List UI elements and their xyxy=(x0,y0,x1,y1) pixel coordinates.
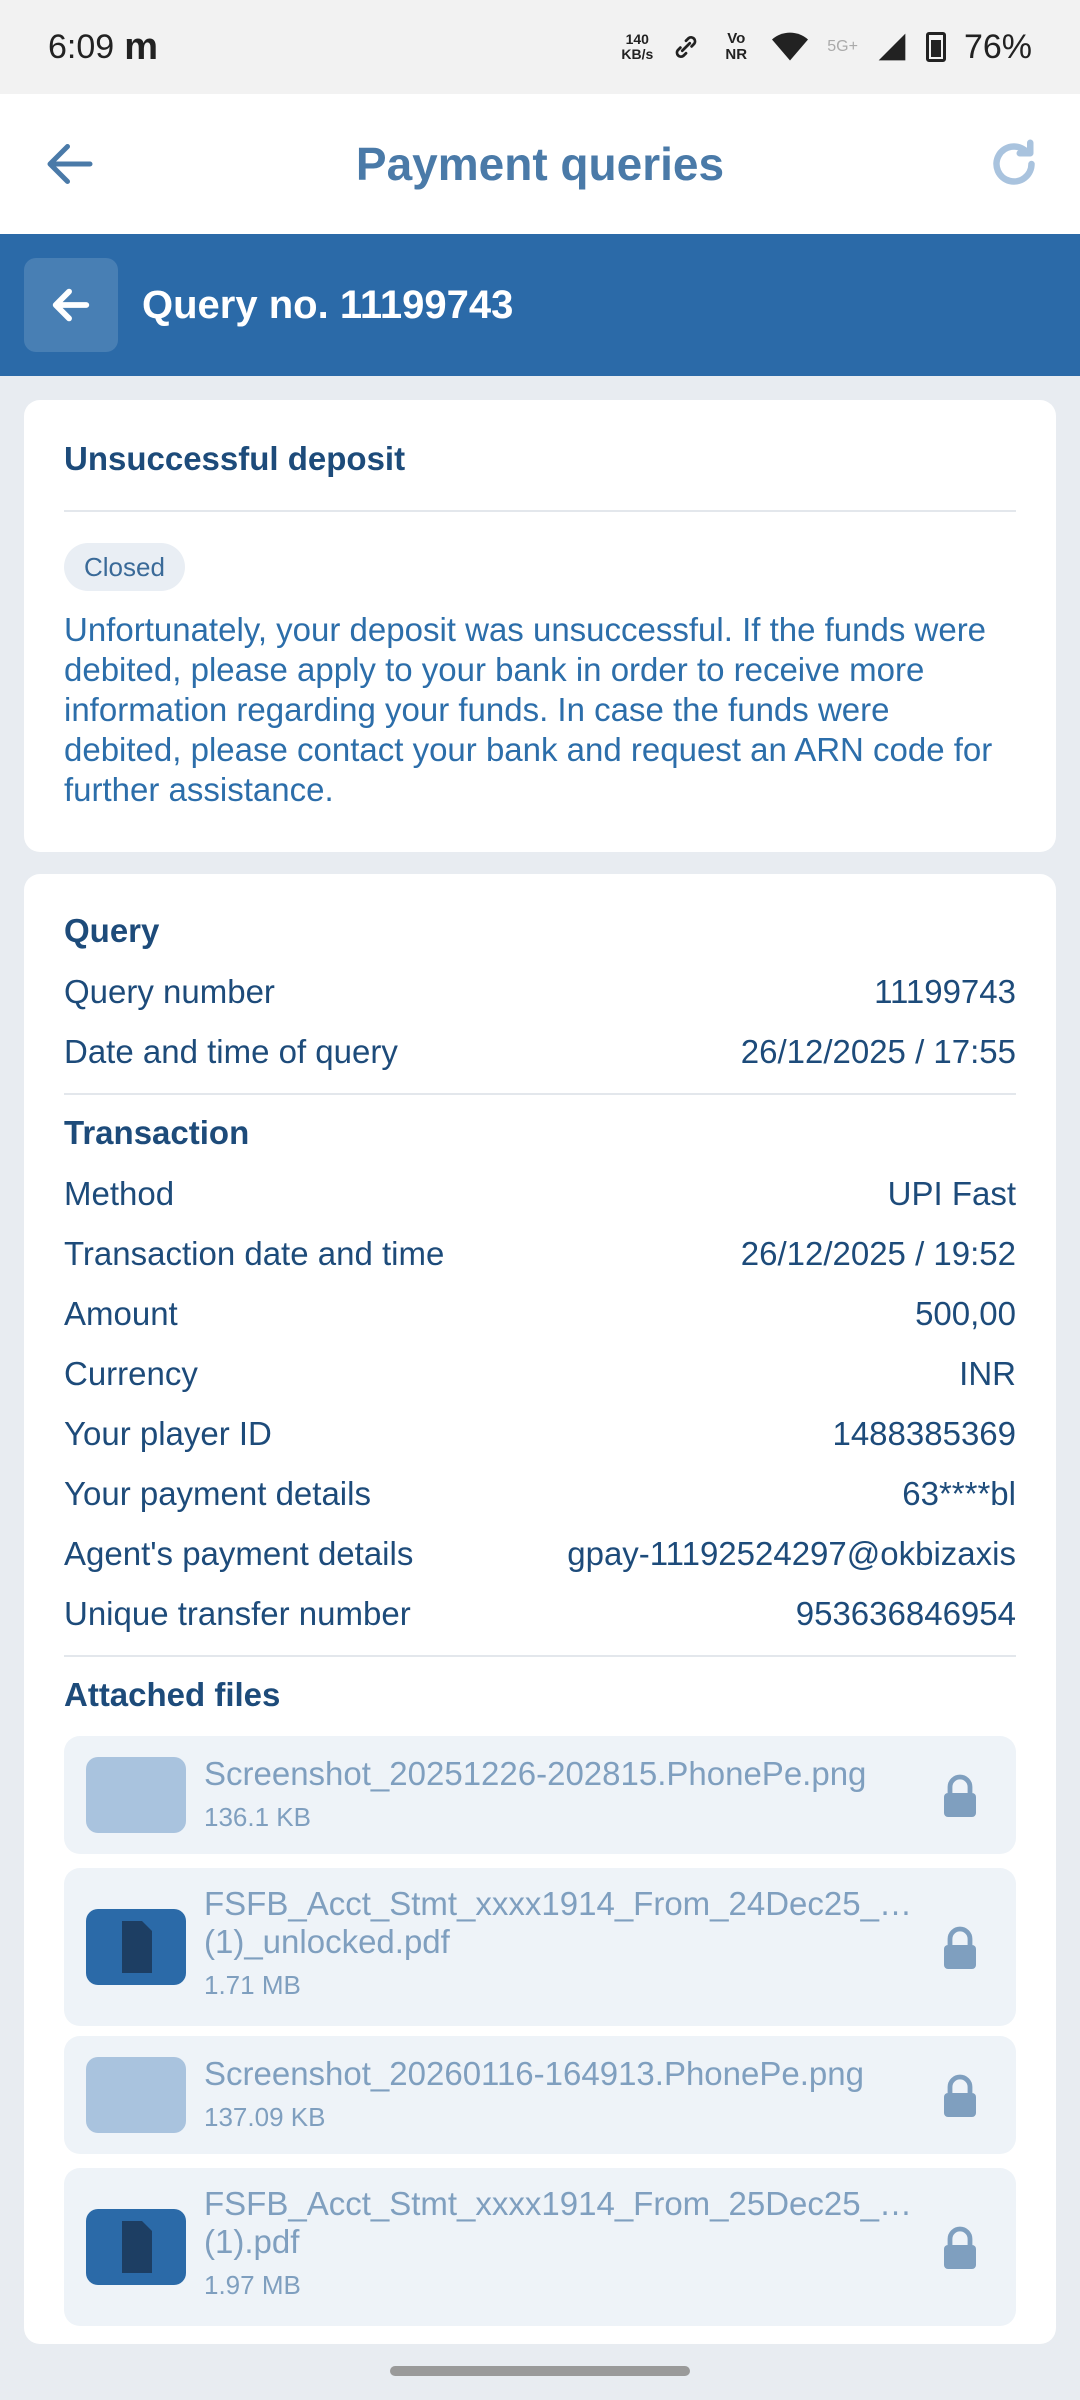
attached-file[interactable]: FSFB_Acct_Stmt_xxxx1914_From_24Dec25_To_… xyxy=(64,1868,1016,2026)
file-name-continued: (1).pdf xyxy=(204,2224,300,2260)
detail-value: 63****bl xyxy=(902,1475,1016,1512)
detail-label: Query number xyxy=(64,973,275,1010)
attached-file[interactable]: FSFB_Acct_Stmt_xxxx1914_From_25Dec25_To_… xyxy=(64,2168,1016,2326)
attached-file[interactable]: Screenshot_20260116-164913.PhonePe.png 1… xyxy=(64,2036,1016,2154)
document-icon xyxy=(122,2221,152,2273)
divider xyxy=(64,1093,1016,1095)
carrier-icon: m xyxy=(124,25,158,68)
detail-label: Your payment details xyxy=(64,1475,371,1512)
file-name: FSFB_Acct_Stmt_xxxx1914_From_25Dec25_To_… xyxy=(204,2186,926,2222)
home-indicator[interactable] xyxy=(390,2366,690,2376)
volte-icon: Vo NR xyxy=(725,30,748,63)
detail-label: Your player ID xyxy=(64,1415,272,1452)
network-type: 5G+ xyxy=(827,38,858,55)
lock-icon xyxy=(944,2074,976,2117)
file-size: 1.97 MB xyxy=(204,2270,301,2300)
detail-row: Currency INR xyxy=(64,1352,1016,1396)
signal-icon xyxy=(878,33,906,61)
lock-icon xyxy=(944,1774,976,1817)
status-bar: 6:09 m 140 KB/s Vo NR 5G+ 76% xyxy=(0,0,1080,94)
status-card: Unsuccessful deposit Closed Unfortunatel… xyxy=(24,400,1056,852)
file-size: 136.1 KB xyxy=(204,1802,311,1832)
detail-row: Transaction date and time 26/12/2025 / 1… xyxy=(64,1232,1016,1276)
file-size: 137.09 KB xyxy=(204,2102,326,2132)
file-size: 1.71 MB xyxy=(204,1970,301,2000)
file-name: Screenshot_20251226-202815.PhonePe.png xyxy=(204,1756,867,1792)
link-icon xyxy=(675,36,697,58)
detail-row: Agent's payment details gpay-11192524297… xyxy=(64,1532,1016,1576)
details-card: Query Query number 11199743 Date and tim… xyxy=(24,874,1056,2344)
arrow-left-icon xyxy=(52,288,90,322)
detail-value: 11199743 xyxy=(874,973,1016,1010)
attached-files-title: Attached files xyxy=(64,1676,281,1713)
status-bar-left: 6:09 m xyxy=(48,26,158,69)
detail-label: Unique transfer number xyxy=(64,1595,411,1632)
document-icon xyxy=(122,1921,152,1973)
detail-row: Date and time of query 26/12/2025 / 17:5… xyxy=(64,1030,1016,1074)
detail-label: Currency xyxy=(64,1355,198,1392)
file-name: FSFB_Acct_Stmt_xxxx1914_From_24Dec25_To_… xyxy=(204,1886,926,1922)
detail-row: Unique transfer number 953636846954 xyxy=(64,1592,1016,1636)
page-title: Payment queries xyxy=(355,138,725,190)
lock-icon xyxy=(944,1926,976,1969)
detail-value: 26/12/2025 / 19:52 xyxy=(740,1235,1016,1272)
detail-label: Date and time of query xyxy=(64,1033,398,1070)
wifi-icon xyxy=(772,32,809,61)
status-time: 6:09 xyxy=(48,27,115,66)
app-header: Payment queries xyxy=(0,94,1080,234)
status-badge: Closed xyxy=(64,543,185,591)
detail-value: UPI Fast xyxy=(887,1175,1016,1212)
detail-row: Your payment details 63****bl xyxy=(64,1472,1016,1516)
detail-row: Your player ID 1488385369 xyxy=(64,1412,1016,1456)
status-bar-right: 140 KB/s Vo NR 5G+ 76% xyxy=(621,28,1032,67)
detail-row: Query number 11199743 xyxy=(64,970,1016,1014)
query-header: Query no. 11199743 xyxy=(0,234,1080,376)
detail-row: Amount 500,00 xyxy=(64,1292,1016,1336)
network-speed: 140 KB/s xyxy=(621,32,653,62)
battery-icon xyxy=(925,32,946,62)
transaction-section-title: Transaction xyxy=(64,1114,250,1151)
detail-value: gpay-11192524297@okbizaxis xyxy=(567,1535,1016,1572)
query-back-button[interactable] xyxy=(24,258,118,352)
refresh-icon[interactable] xyxy=(984,134,1044,194)
detail-value: 26/12/2025 / 17:55 xyxy=(740,1033,1016,1070)
divider xyxy=(64,510,1016,512)
detail-value: 500,00 xyxy=(915,1295,1016,1332)
detail-row: Method UPI Fast xyxy=(64,1172,1016,1216)
file-name-continued: (1)_unlocked.pdf xyxy=(204,1924,450,1960)
attached-file[interactable]: Screenshot_20251226-202815.PhonePe.png 1… xyxy=(64,1736,1016,1854)
network-speed-value: 140 xyxy=(625,31,649,47)
image-thumbnail-icon xyxy=(86,1757,186,1833)
query-title: Query no. 11199743 xyxy=(142,283,514,327)
document-thumbnail xyxy=(86,2209,186,2285)
network-speed-unit: KB/s xyxy=(621,46,654,62)
file-name: Screenshot_20260116-164913.PhonePe.png xyxy=(204,2056,864,2092)
detail-label: Transaction date and time xyxy=(64,1235,445,1272)
detail-value: 1488385369 xyxy=(832,1415,1016,1452)
detail-value: 953636846954 xyxy=(795,1595,1016,1632)
document-thumbnail xyxy=(86,1909,186,1985)
image-thumbnail-icon xyxy=(86,2057,186,2133)
detail-label: Agent's payment details xyxy=(64,1535,414,1572)
divider xyxy=(64,1655,1016,1657)
battery-level: 76% xyxy=(963,27,1032,66)
query-section-title: Query xyxy=(64,912,160,949)
detail-label: Amount xyxy=(64,1295,178,1332)
detail-value: INR xyxy=(959,1355,1016,1392)
lock-icon xyxy=(944,2226,976,2269)
status-message: Unfortunately, your deposit was unsucces… xyxy=(64,611,993,808)
detail-label: Method xyxy=(64,1175,175,1212)
status-title: Unsuccessful deposit xyxy=(64,440,406,477)
